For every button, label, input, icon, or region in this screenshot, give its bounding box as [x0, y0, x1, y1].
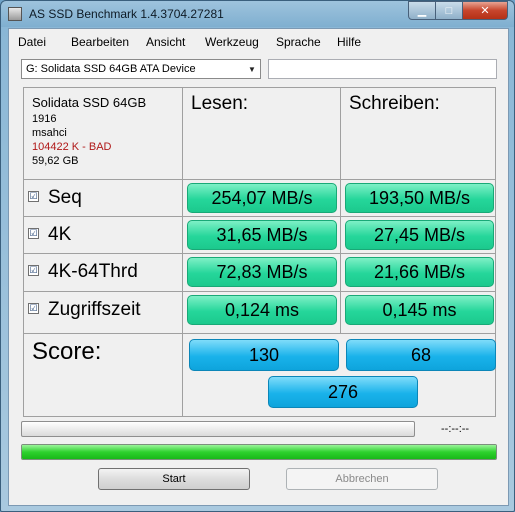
app-window: AS SSD Benchmark 1.4.3704.27281 ▁ □ ✕ Da… [0, 0, 515, 512]
drive-driver: msahci [32, 127, 67, 139]
checkbox-icon[interactable]: ☑ [28, 190, 39, 202]
seq-read-result: 254,07 MB/s [187, 183, 337, 213]
score-label: Score: [32, 338, 102, 365]
4k-read-result: 31,65 MB/s [187, 220, 337, 250]
menu-bearbeiten[interactable]: Bearbeiten [71, 35, 129, 49]
drive-name: Solidata SSD 64GB [32, 95, 147, 110]
test-label: Seq [48, 187, 82, 208]
total-progress-bar [21, 444, 497, 460]
app-icon [8, 7, 22, 21]
device-dropdown-value: G: Solidata SSD 64GB ATA Device [26, 63, 196, 75]
title-bar[interactable]: AS SSD Benchmark 1.4.3704.27281 ▁ □ ✕ [1, 1, 514, 27]
window-controls: ▁ □ ✕ [408, 1, 508, 20]
drive-size: 59,62 GB [32, 155, 79, 167]
test-row-4k[interactable]: ☑ 4K [28, 217, 71, 253]
column-header-read: Lesen: [191, 93, 249, 114]
test-row-access-time[interactable]: ☑ Zugriffszeit [28, 292, 141, 328]
start-button[interactable]: Start [98, 468, 250, 490]
chevron-down-icon[interactable]: ▼ [244, 60, 260, 78]
drive-firmware: 1916 [32, 113, 57, 125]
test-label: 4K-64Thrd [48, 261, 138, 282]
window-title: AS SSD Benchmark 1.4.3704.27281 [29, 7, 224, 21]
cancel-button[interactable]: Abbrechen [286, 468, 438, 490]
elapsed-time: --:--:-- [441, 423, 470, 435]
results-grid: Solidata SSD 64GB 1916 msahci 104422 K -… [23, 87, 496, 417]
test-row-seq[interactable]: ☑ Seq [28, 180, 82, 216]
test-label: Zugriffszeit [48, 299, 141, 320]
menu-bar: Datei Bearbeiten Ansicht Werkzeug Sprach… [9, 29, 508, 51]
close-button[interactable]: ✕ [463, 1, 508, 20]
test-row-4k-64thrd[interactable]: ☑ 4K-64Thrd [28, 254, 138, 290]
seq-write-result: 193,50 MB/s [345, 183, 494, 213]
access-read-result: 0,124 ms [187, 295, 337, 325]
client-area: Datei Bearbeiten Ansicht Werkzeug Sprach… [8, 28, 509, 506]
access-write-result: 0,145 ms [345, 295, 494, 325]
maximize-button[interactable]: □ [436, 1, 463, 20]
4k-write-result: 27,45 MB/s [345, 220, 494, 250]
menu-datei[interactable]: Datei [18, 35, 46, 49]
score-read: 130 [189, 339, 339, 371]
menu-ansicht[interactable]: Ansicht [146, 35, 185, 49]
drive-info: Solidata SSD 64GB 1916 msahci 104422 K -… [32, 94, 146, 168]
test-progress-bar [21, 421, 415, 437]
minimize-button[interactable]: ▁ [408, 1, 436, 20]
device-dropdown[interactable]: G: Solidata SSD 64GB ATA Device ▼ [21, 59, 261, 79]
checkbox-icon[interactable]: ☑ [28, 227, 39, 239]
4k64-read-result: 72,83 MB/s [187, 257, 337, 287]
checkbox-icon[interactable]: ☑ [28, 302, 39, 314]
menu-werkzeug[interactable]: Werkzeug [205, 35, 259, 49]
menu-hilfe[interactable]: Hilfe [337, 35, 361, 49]
score-total: 276 [268, 376, 418, 408]
4k64-write-result: 21,66 MB/s [345, 257, 494, 287]
total-progress-fill [22, 445, 496, 459]
drive-alignment: 104422 K - BAD [32, 141, 112, 153]
test-label: 4K [48, 224, 72, 245]
menu-sprache[interactable]: Sprache [276, 35, 321, 49]
checkbox-icon[interactable]: ☑ [28, 264, 39, 276]
score-write: 68 [346, 339, 496, 371]
status-field [268, 59, 497, 79]
column-header-write: Schreiben: [349, 93, 440, 114]
